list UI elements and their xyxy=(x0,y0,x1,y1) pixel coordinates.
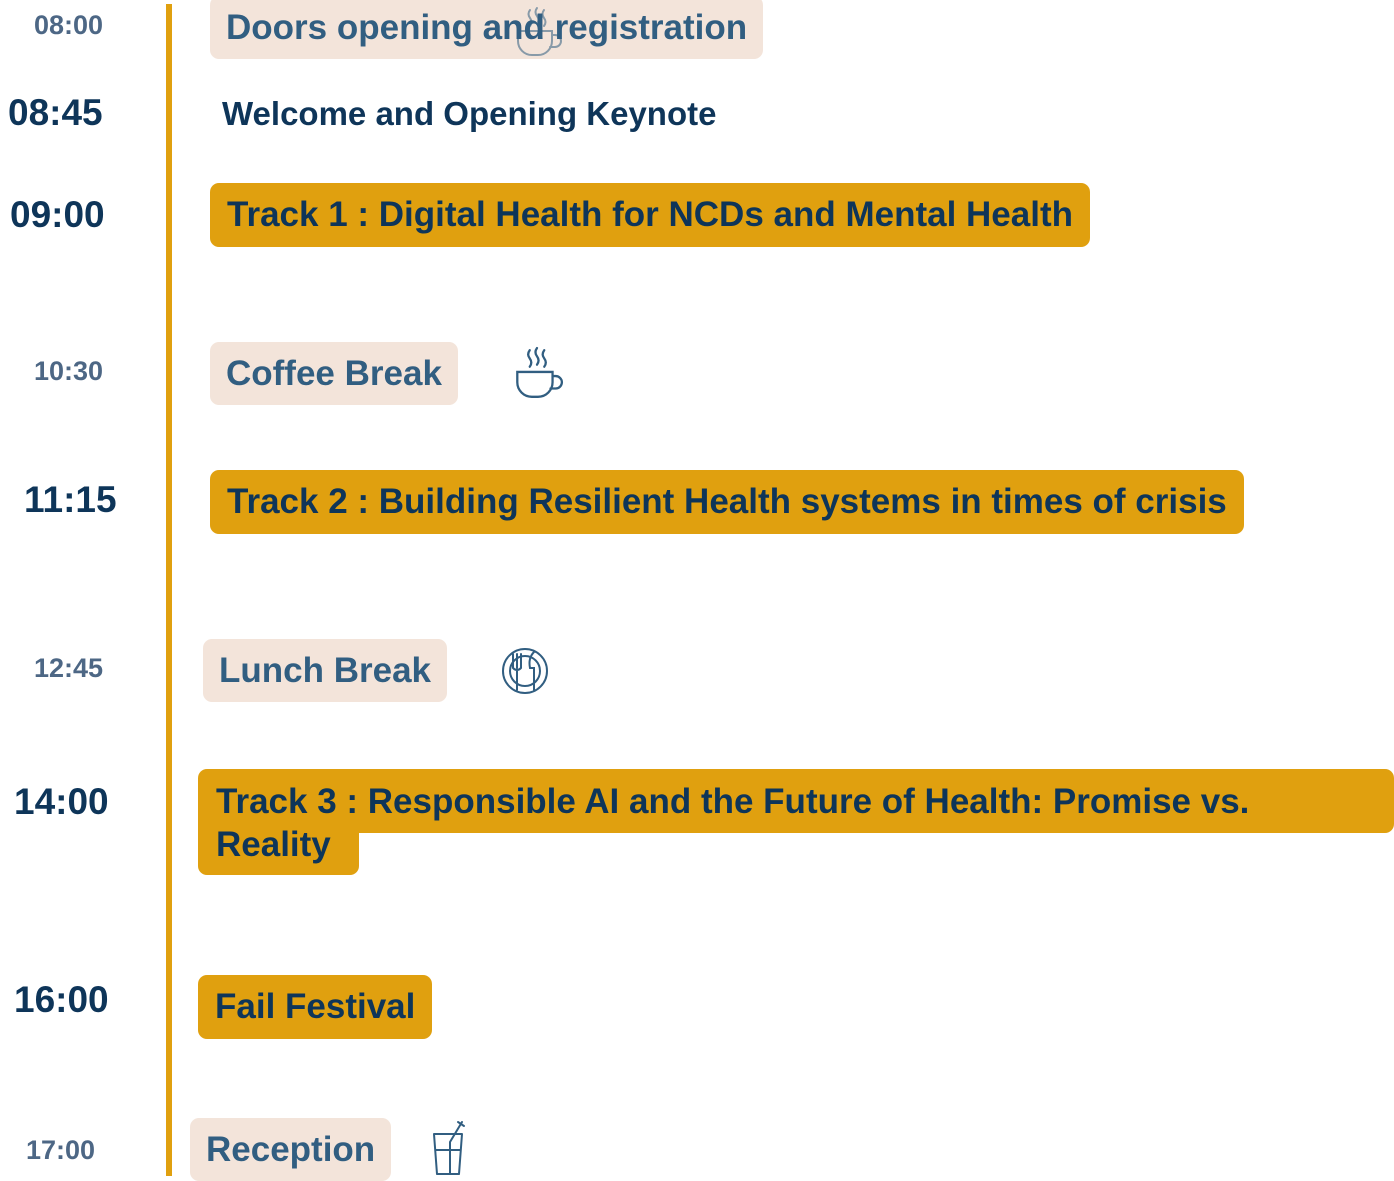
time-1700: 17:00 xyxy=(26,1135,96,1165)
event-track-3: Track 3 : Responsible AI and the Future … xyxy=(198,769,1394,833)
drink-glass-icon xyxy=(430,1120,470,1176)
event-track-3-continued: Reality xyxy=(198,823,359,875)
event-track-1: Track 1 : Digital Health for NCDs and Me… xyxy=(210,183,1090,247)
time-1245: 12:45 xyxy=(34,653,104,683)
event-reception: Reception xyxy=(190,1118,392,1181)
time-0845: 08:45 xyxy=(8,92,103,133)
timeline-line xyxy=(166,4,172,1176)
event-coffee-break: Coffee Break xyxy=(210,342,458,405)
coffee-cup-icon xyxy=(512,4,562,58)
time-0800: 08:00 xyxy=(34,10,104,40)
event-lunch-break: Lunch Break xyxy=(203,639,447,702)
time-1030: 10:30 xyxy=(34,356,104,386)
event-track-2: Track 2 : Building Resilient Health syst… xyxy=(210,470,1244,534)
coffee-cup-icon xyxy=(510,346,564,402)
time-1115: 11:15 xyxy=(24,479,117,520)
time-1400: 14:00 xyxy=(14,781,109,822)
event-welcome-keynote: Welcome and Opening Keynote xyxy=(222,95,717,132)
event-fail-festival: Fail Festival xyxy=(198,975,433,1039)
time-1600: 16:00 xyxy=(14,979,109,1020)
plate-cutlery-icon xyxy=(500,646,550,696)
time-0900: 09:00 xyxy=(10,194,105,235)
event-doors-opening: Doors opening and registration xyxy=(210,0,764,59)
